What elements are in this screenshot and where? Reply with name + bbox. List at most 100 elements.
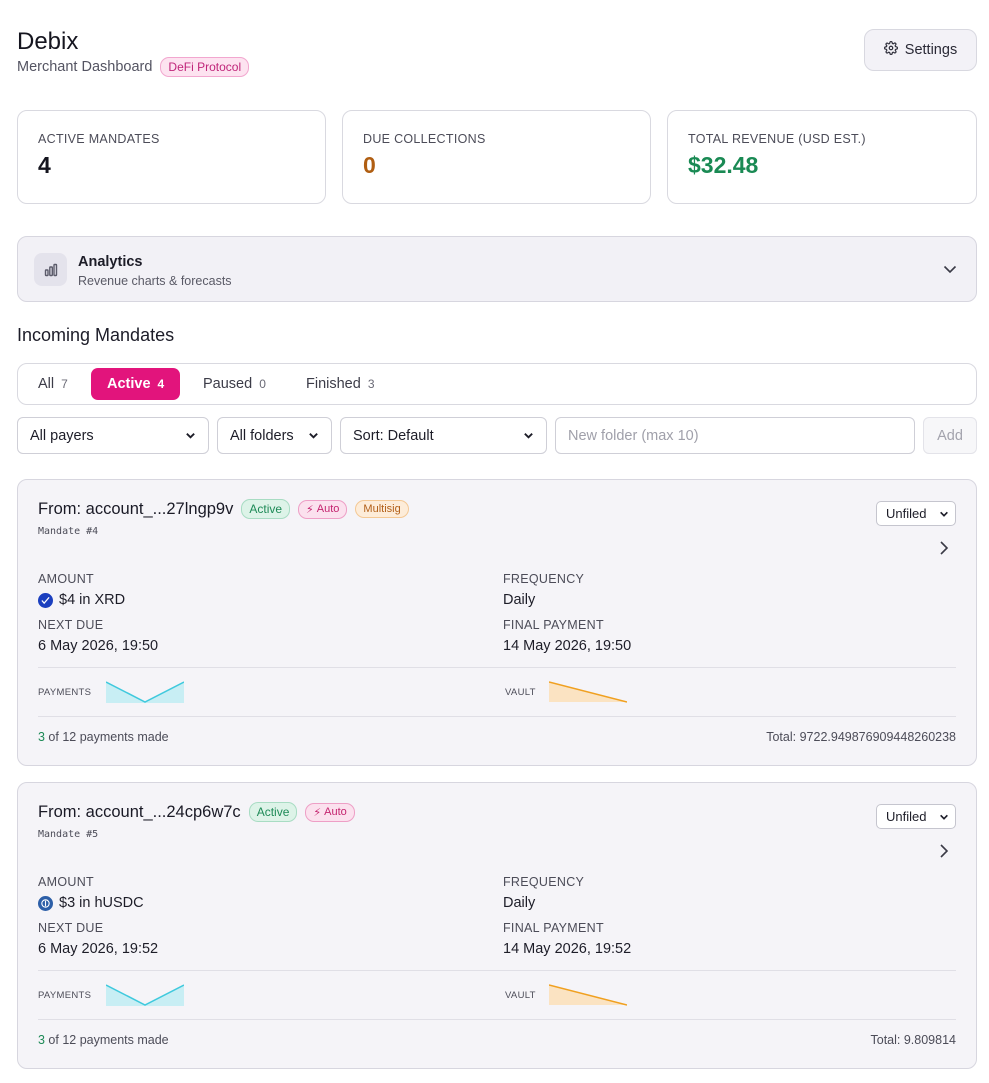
vault-sparkline: [549, 984, 627, 1006]
mandate-header: From: account_...27lngp9v Active ⚡ Auto …: [38, 499, 409, 519]
mandate-total: Total: 9.809814: [870, 1033, 957, 1047]
vault-spark-label: VAULT: [505, 990, 536, 1001]
mandate-id: Mandate #4: [38, 526, 99, 537]
gear-icon: [883, 41, 898, 59]
vault-spark-label: VAULT: [505, 687, 536, 698]
tab-finished[interactable]: Finished 3: [290, 368, 391, 400]
amount-text: $4 in XRD: [59, 592, 126, 608]
mandate-total: Total: 9722.949876909448260238: [766, 730, 956, 744]
stat-value: 4: [38, 152, 51, 178]
mandate-id: Mandate #5: [38, 829, 99, 840]
tab-label: Finished: [306, 376, 361, 392]
tab-all[interactable]: All 7: [22, 368, 84, 400]
payments-made-count: 3: [38, 730, 45, 744]
auto-label: Auto: [324, 806, 347, 818]
frequency-value: Daily: [503, 592, 536, 608]
next-due-label: NEXT DUE: [38, 618, 104, 632]
amount-label: AMOUNT: [38, 875, 94, 889]
payments-made-text: of 12 payments made: [44, 730, 169, 744]
auto-badge: ⚡ Auto: [305, 802, 355, 822]
chevron-down-icon[interactable]: [942, 261, 958, 282]
new-folder-input[interactable]: [555, 417, 915, 454]
frequency-label: FREQUENCY: [503, 572, 585, 586]
chevron-down-icon: [940, 814, 948, 820]
final-payment-value: 14 May 2026, 19:52: [503, 941, 632, 957]
app-title: Debix: [17, 28, 79, 55]
stat-label: ACTIVE MANDATES: [38, 132, 160, 146]
folder-select[interactable]: Unfiled: [876, 804, 956, 829]
analytics-panel[interactable]: Analytics Revenue charts & forecasts: [17, 236, 977, 302]
stat-value: 0: [363, 152, 376, 178]
mandate-tabs: All 7 Active 4 Paused 0 Finished 3: [17, 363, 977, 405]
payments-spark-label: PAYMENTS: [38, 687, 92, 698]
stat-card-due-collections: DUE COLLECTIONS 0: [342, 110, 651, 204]
next-due-label: NEXT DUE: [38, 921, 104, 935]
amount-label: AMOUNT: [38, 572, 94, 586]
tab-label: Active: [107, 376, 151, 392]
settings-label: Settings: [904, 42, 958, 58]
amount-text: $3 in hUSDC: [59, 895, 144, 911]
divider: [38, 667, 956, 668]
folders-select-value: All folders: [230, 427, 294, 444]
amount-value: $4 in XRD: [38, 592, 125, 608]
payments-sparkline: [106, 681, 184, 703]
mandate-header: From: account_...24cp6w7c Active ⚡ Auto: [38, 802, 355, 822]
tab-label: All: [38, 376, 55, 392]
auto-badge: ⚡ Auto: [298, 499, 348, 519]
divider: [38, 1019, 956, 1020]
divider: [38, 716, 956, 717]
payments-made-count: 3: [38, 1033, 45, 1047]
mandate-from: From: account_...24cp6w7c: [38, 802, 241, 821]
tab-active[interactable]: Active 4: [91, 368, 181, 400]
section-title: Incoming Mandates: [17, 325, 175, 345]
stat-card-total-revenue: TOTAL REVENUE (USD EST.) $32.48: [667, 110, 977, 204]
tab-count: 4: [157, 377, 165, 391]
status-badge: Active: [248, 802, 298, 822]
chevron-down-icon: [524, 433, 533, 439]
payments-spark-label: PAYMENTS: [38, 990, 92, 1001]
payers-select[interactable]: All payers: [17, 417, 209, 454]
multisig-badge: Multisig: [355, 500, 409, 518]
tab-count: 3: [367, 377, 375, 391]
sort-select[interactable]: Sort: Default: [340, 417, 547, 454]
next-due-value: 6 May 2026, 19:50: [38, 638, 159, 654]
chevron-down-icon: [186, 433, 195, 439]
lightning-icon: ⚡: [306, 503, 314, 516]
xrd-token-icon: [38, 592, 53, 608]
analytics-subtitle: Revenue charts & forecasts: [78, 274, 232, 288]
page-subtitle: Merchant Dashboard: [17, 59, 153, 75]
payments-sparkline: [106, 984, 184, 1006]
payments-progress: 3 of 12 payments made: [38, 1033, 169, 1047]
tab-paused[interactable]: Paused 0: [187, 368, 282, 400]
payments-progress: 3 of 12 payments made: [38, 730, 169, 744]
defi-badge: DeFi Protocol: [160, 57, 250, 77]
payments-made-text: of 12 payments made: [44, 1033, 169, 1047]
next-due-value: 6 May 2026, 19:52: [38, 941, 159, 957]
final-payment-label: FINAL PAYMENT: [503, 618, 604, 632]
mandate-card[interactable]: From: account_...27lngp9v Active ⚡ Auto …: [17, 479, 977, 766]
divider: [38, 970, 956, 971]
lightning-icon: ⚡: [313, 806, 322, 819]
husdc-token-icon: [38, 895, 53, 911]
status-badge: Active: [241, 499, 291, 519]
chevron-down-icon: [940, 511, 948, 517]
final-payment-value: 14 May 2026, 19:50: [503, 638, 632, 654]
add-folder-button[interactable]: Add: [923, 417, 977, 454]
page-header: Debix Merchant Dashboard DeFi Protocol S…: [17, 28, 977, 88]
settings-button[interactable]: Settings: [864, 29, 977, 71]
analytics-title: Analytics: [78, 254, 143, 270]
folder-select[interactable]: Unfiled: [876, 501, 956, 526]
tab-count: 0: [259, 377, 266, 391]
frequency-value: Daily: [503, 895, 536, 911]
folders-select[interactable]: All folders: [217, 417, 332, 454]
frequency-label: FREQUENCY: [503, 875, 585, 889]
chevron-right-icon[interactable]: [937, 540, 951, 561]
stat-card-active-mandates: ACTIVE MANDATES 4: [17, 110, 326, 204]
folder-select-value: Unfiled: [886, 809, 927, 824]
bar-chart-icon: [34, 253, 67, 286]
mandate-card[interactable]: From: account_...24cp6w7c Active ⚡ Auto …: [17, 782, 977, 1069]
chevron-right-icon[interactable]: [937, 843, 951, 864]
auto-label: Auto: [316, 503, 340, 515]
stat-value: $32.48: [688, 152, 759, 178]
stat-label: TOTAL REVENUE (USD EST.): [688, 132, 866, 146]
